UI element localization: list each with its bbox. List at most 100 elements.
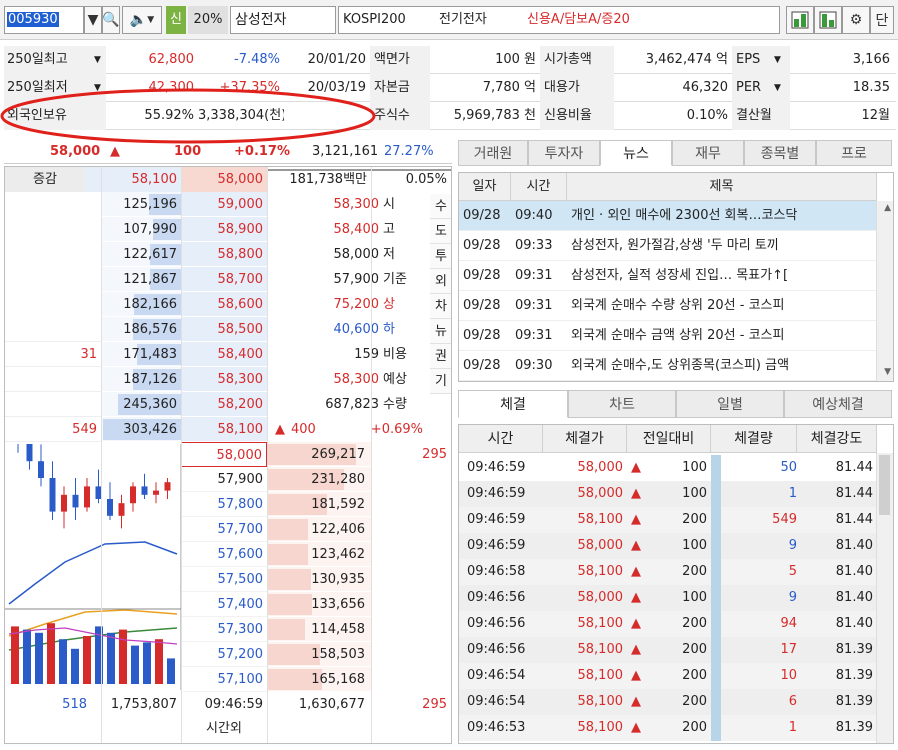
news-panel: 거래원 투자자 뉴스 재무 종목별 프로 일자 시간 제목 09/28 09:40 개인 · 외인 매… xyxy=(458,140,894,382)
mini-chart[interactable] xyxy=(5,410,181,690)
ask-price[interactable]: 58,900 xyxy=(181,217,267,242)
trade-row[interactable]: 09:46:56 58,100 ▲ 200 94 81.40 xyxy=(459,611,877,637)
trade-row[interactable]: 09:46:59 58,000 ▲ 100 1 81.44 xyxy=(459,481,877,507)
candle xyxy=(38,461,44,478)
search-icon[interactable]: 🔍 xyxy=(102,6,120,34)
tab-3[interactable]: 재무 xyxy=(672,140,744,166)
trade-time: 09:46:56 xyxy=(467,590,526,605)
news-scrollbar[interactable] xyxy=(876,201,893,381)
ask-price[interactable]: 59,000 xyxy=(181,192,267,217)
info-value-2: -7.48% xyxy=(234,52,280,67)
trade-tab-3[interactable]: 예상체결 xyxy=(784,390,892,418)
trade-tab-0[interactable]: 체결 xyxy=(458,390,568,418)
news-time: 09:31 xyxy=(515,298,553,313)
chevron-down-icon[interactable]: ▼ xyxy=(94,46,108,74)
trade-strength: 81.39 xyxy=(835,642,873,657)
volume-bar xyxy=(59,639,67,684)
chart-window-icon[interactable] xyxy=(814,6,842,34)
news-row[interactable]: 09/28 09:31 외국계 순매수 금액 상위 20선 - 코스피 xyxy=(459,321,877,351)
volume-bar xyxy=(119,629,127,684)
bid-price[interactable]: 57,900 xyxy=(181,467,267,492)
candle xyxy=(49,478,56,512)
speaker-settings-button[interactable]: 🔈 ▼ xyxy=(122,6,162,34)
ask-price[interactable]: 58,800 xyxy=(181,242,267,267)
side-button[interactable]: 투 xyxy=(430,244,451,269)
bid-price[interactable]: 57,600 xyxy=(181,542,267,567)
bid-qty: 130,935 xyxy=(311,572,365,587)
bid-price[interactable]: 57,300 xyxy=(181,617,267,642)
trade-header: 체결량 xyxy=(711,425,797,453)
turnover-rate: 27.27% xyxy=(384,144,434,159)
ask-price[interactable]: 58,100 xyxy=(181,417,267,442)
trade-row[interactable]: 09:46:59 58,000 ▲ 100 50 81.44 xyxy=(459,455,877,481)
news-row[interactable]: 09/28 09:40 개인 · 외인 매수에 2300선 회복…코스닥 xyxy=(459,201,877,231)
stat-value: 58,400 xyxy=(333,222,380,237)
chevron-down-icon[interactable]: ▼ xyxy=(774,46,788,74)
ask-price[interactable]: 58,400 xyxy=(181,342,267,367)
up-arrow-icon: ▲ xyxy=(631,642,641,657)
tab-0[interactable]: 거래원 xyxy=(458,140,528,166)
tab-2[interactable]: 뉴스 xyxy=(600,140,672,166)
side-button[interactable]: 뉴 xyxy=(430,319,451,344)
side-button[interactable]: 외 xyxy=(430,269,451,294)
bid-price[interactable]: 57,500 xyxy=(181,567,267,592)
trade-tab-2[interactable]: 일별 xyxy=(676,390,784,418)
top-toolbar: 005930 ▼ 🔍 🔈 ▼ 신 20% 삼성전자 KOSPI200 전기전자 신… xyxy=(0,0,898,40)
trade-row[interactable]: 09:46:54 58,100 ▲ 200 10 81.39 xyxy=(459,663,877,689)
trade-time: 09:46:58 xyxy=(467,564,526,579)
trade-volume-bar xyxy=(711,559,721,585)
trade-price: 58,100 xyxy=(577,512,624,527)
bid-price[interactable]: 58,000 xyxy=(181,442,267,467)
tab-5[interactable]: 프로 xyxy=(816,140,892,166)
ask-price[interactable]: 58,700 xyxy=(181,267,267,292)
bid-price[interactable]: 57,200 xyxy=(181,642,267,667)
bid-price[interactable]: 57,100 xyxy=(181,667,267,692)
side-button[interactable]: 도 xyxy=(430,219,451,244)
ask-price[interactable]: 58,500 xyxy=(181,317,267,342)
bid-price[interactable]: 57,700 xyxy=(181,517,267,542)
single-mode-button[interactable]: 단 xyxy=(870,6,894,34)
stock-code-input[interactable]: 005930 xyxy=(4,6,84,34)
news-row[interactable]: 09/28 09:33 삼성전자, 원가절감,상생 '두 마리 토끼 xyxy=(459,231,877,261)
chart-layout-icon[interactable] xyxy=(786,6,814,34)
ask-qty: 125,196 xyxy=(123,197,177,212)
chevron-down-icon[interactable]: ▼ xyxy=(884,367,891,377)
chevron-down-icon[interactable]: ▼ xyxy=(774,74,788,102)
trade-scroll-thumb[interactable] xyxy=(879,455,890,515)
side-button[interactable]: 수 xyxy=(430,194,451,219)
bid-qty-cell: 165,168 xyxy=(267,667,371,692)
chevron-up-icon[interactable]: ▲ xyxy=(884,203,891,213)
trade-row[interactable]: 09:46:54 58,100 ▲ 200 6 81.39 xyxy=(459,689,877,715)
tab-1[interactable]: 투자자 xyxy=(528,140,600,166)
trade-row[interactable]: 09:46:56 58,000 ▲ 100 9 81.40 xyxy=(459,585,877,611)
trade-row[interactable]: 09:46:59 58,100 ▲ 200 549 81.44 xyxy=(459,507,877,533)
trade-row[interactable]: 09:46:59 58,000 ▲ 100 9 81.40 xyxy=(459,533,877,559)
trade-volume-bar xyxy=(711,663,721,689)
news-row[interactable]: 09/28 09:30 외국계 순매수,도 상위종목(코스피) 금액 xyxy=(459,351,877,381)
code-dropdown-button[interactable]: ▼ xyxy=(84,6,102,34)
trade-row[interactable]: 09:46:53 58,100 ▲ 200 1 81.39 xyxy=(459,715,877,741)
side-button[interactable]: 차 xyxy=(430,294,451,319)
ask-price[interactable]: 58,600 xyxy=(181,292,267,317)
news-row[interactable]: 09/28 09:31 외국계 순매수 수량 상위 20선 - 코스피 xyxy=(459,291,877,321)
trade-row[interactable]: 09:46:58 58,100 ▲ 200 5 81.40 xyxy=(459,559,877,585)
bid-price[interactable]: 57,800 xyxy=(181,492,267,517)
tab-4[interactable]: 종목별 xyxy=(744,140,816,166)
news-row[interactable]: 09/28 09:31 삼성전자, 실적 성장세 진입… 목표가↑[ xyxy=(459,261,877,291)
bid-price[interactable]: 57,400 xyxy=(181,592,267,617)
side-button[interactable]: 권 xyxy=(430,344,451,369)
ask-price[interactable]: 58,200 xyxy=(181,392,267,417)
trade-qty: 9 xyxy=(788,590,797,605)
info-label-2: 액면가 xyxy=(370,46,430,74)
after-hours-label[interactable]: 시간외 xyxy=(181,716,267,741)
ask-price[interactable]: 58,300 xyxy=(181,367,267,392)
ask-qty: 186,576 xyxy=(123,322,177,337)
trade-row[interactable]: 09:46:56 58,100 ▲ 200 17 81.39 xyxy=(459,637,877,663)
trade-amount: 181,738백만 xyxy=(289,172,367,187)
bid-qty-bar xyxy=(267,544,308,565)
stock-name: 삼성전자 xyxy=(230,6,336,34)
gear-icon[interactable]: ⚙ xyxy=(842,6,870,34)
news-time: 09:31 xyxy=(515,328,553,343)
side-button[interactable]: 기 xyxy=(430,369,451,394)
trade-tab-1[interactable]: 차트 xyxy=(568,390,676,418)
